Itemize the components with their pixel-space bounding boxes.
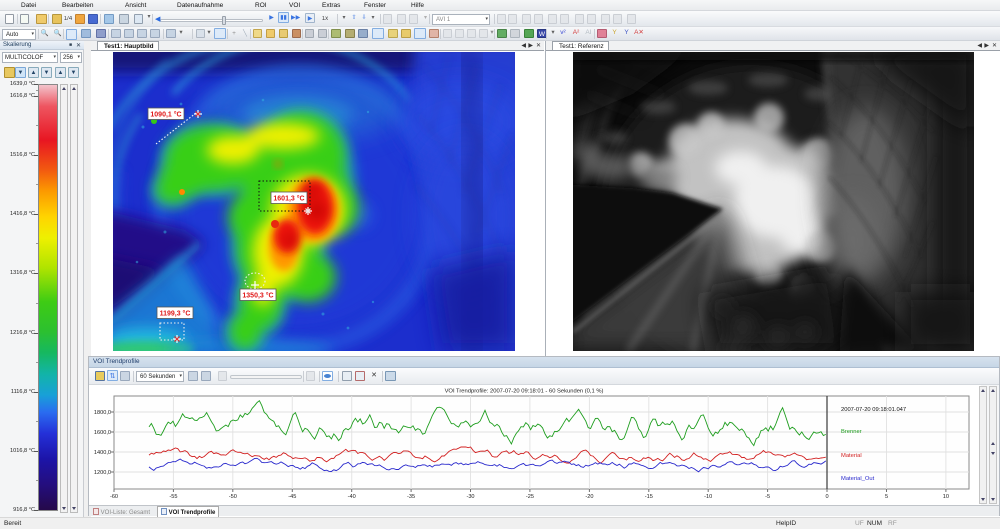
svg-text:-20: -20 <box>585 494 593 500</box>
svg-text:1400,0: 1400,0 <box>94 450 111 456</box>
svg-text:-45: -45 <box>288 494 296 500</box>
svg-text:-60: -60 <box>110 494 118 500</box>
svg-text:-50: -50 <box>229 494 237 500</box>
svg-text:10: 10 <box>943 494 949 500</box>
svg-text:5: 5 <box>885 494 888 500</box>
svg-text:-15: -15 <box>645 494 653 500</box>
svg-text:1350,3 °C: 1350,3 °C <box>242 292 273 300</box>
svg-text:0: 0 <box>825 494 828 500</box>
svg-text:1090,1 °C: 1090,1 °C <box>150 111 181 119</box>
svg-text:Material: Material <box>841 453 862 459</box>
svg-text:1601,3 °C: 1601,3 °C <box>273 195 304 203</box>
svg-text:1600,0: 1600,0 <box>94 430 111 436</box>
svg-text:-25: -25 <box>526 494 534 500</box>
svg-text:-10: -10 <box>704 494 712 500</box>
svg-text:-5: -5 <box>765 494 770 500</box>
svg-text:-55: -55 <box>169 494 177 500</box>
svg-text:2007-07-20 09:18:01.047: 2007-07-20 09:18:01.047 <box>841 407 906 413</box>
svg-text:Material_Out: Material_Out <box>841 476 875 482</box>
svg-text:-40: -40 <box>348 494 356 500</box>
svg-text:-30: -30 <box>466 494 474 500</box>
svg-text:1800,0: 1800,0 <box>94 410 111 416</box>
svg-text:1199,3 °C: 1199,3 °C <box>160 310 191 318</box>
svg-text:Brenner: Brenner <box>841 429 862 435</box>
svg-text:-35: -35 <box>407 494 415 500</box>
svg-text:VOI Trendprofile: 2007-07-20 0: VOI Trendprofile: 2007-07-20 09:18:01 - … <box>445 389 604 395</box>
svg-text:1200,0: 1200,0 <box>94 470 111 476</box>
